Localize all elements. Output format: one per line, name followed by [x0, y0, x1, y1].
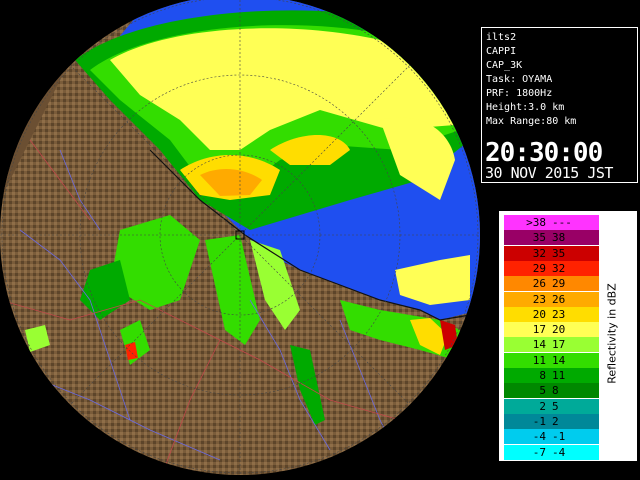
legend-row: -4 -1 — [504, 429, 599, 445]
legend-row: >38 --- — [504, 215, 599, 230]
reflectivity-legend: >38 --- 35 38 32 35 29 32 26 29 23 26 20 23 17 20 14 17 11… — [499, 211, 637, 461]
legend-row-high: -1 — [552, 430, 566, 444]
legend-row-high: 23 — [552, 307, 566, 321]
legend-row-low: >38 — [526, 216, 546, 229]
legend-row-low: 5 — [539, 384, 546, 398]
legend-row-low: 35 — [532, 231, 546, 245]
legend-row: 17 20 — [504, 322, 599, 338]
legend-row-low: 32 — [532, 246, 546, 260]
legend-row-low: 20 — [532, 307, 546, 321]
legend-row-high: 17 — [552, 338, 566, 352]
legend-row-high: 29 — [552, 277, 566, 291]
legend-row-high: 5 — [552, 399, 559, 413]
legend-row-high: 8 — [552, 384, 559, 398]
legend-row: 32 35 — [504, 245, 599, 261]
legend-row-low: -4 — [532, 430, 546, 444]
info-panel: ilts2 CAPPI CAP_3K Task: OYAMA PRF: 1800… — [481, 27, 638, 183]
legend-row: 23 26 — [504, 291, 599, 307]
legend-row: 35 38 — [504, 230, 599, 246]
height-label: Height:3.0 km — [486, 102, 565, 113]
legend-row-high: 38 — [552, 231, 566, 245]
legend-row-high: 32 — [552, 261, 566, 275]
legend-unit-label: Reflectivity in dBZ — [605, 283, 619, 384]
legend-row-low: 17 — [532, 323, 546, 337]
legend-row: 25 — [504, 398, 599, 414]
product-label: CAPPI — [486, 46, 517, 57]
legend-row-high: 35 — [552, 246, 566, 260]
legend-row-low: 11 — [532, 353, 546, 367]
legend-row-low: 23 — [532, 292, 546, 306]
legend-row-high: 26 — [552, 292, 566, 306]
legend-row-high: 14 — [552, 353, 566, 367]
legend-row-low: 14 — [532, 338, 546, 352]
legend-row-low: 26 — [532, 277, 546, 291]
legend-row-high: 20 — [552, 323, 566, 337]
date-display: 30 NOV 2015 JST — [485, 164, 613, 182]
max-range-label: Max Range:80 km — [486, 116, 577, 127]
legend-row: 14 17 — [504, 337, 599, 353]
legend-row-low: -7 — [532, 445, 546, 459]
legend-row: -1 2 — [504, 413, 599, 429]
legend-row-low: 2 — [539, 399, 546, 413]
legend-row-high: --- — [552, 216, 572, 229]
legend-row: 11 14 — [504, 352, 599, 368]
legend-row: -7 -4 — [504, 444, 599, 460]
legend-row: 58 — [504, 383, 599, 399]
legend-row: 8 11 — [504, 368, 599, 383]
legend-row-low: 29 — [532, 261, 546, 275]
task-label: Task: OYAMA — [486, 74, 553, 85]
product-code-label: CAP_3K — [486, 60, 523, 71]
legend-row-high: 11 — [552, 369, 566, 382]
legend-row: 29 32 — [504, 260, 599, 276]
legend-unit: Reflectivity in dBZ — [600, 267, 620, 407]
legend-row-high: 2 — [552, 414, 559, 428]
legend-row-high: -4 — [552, 445, 566, 459]
legend-row-low: -1 — [532, 414, 546, 428]
legend-row: 20 23 — [504, 306, 599, 322]
prf-label: PRF: 1800Hz — [486, 88, 553, 99]
radar-map — [0, 0, 480, 480]
legend-row: 26 29 — [504, 276, 599, 292]
radar-display: ilts2 CAPPI CAP_3K Task: OYAMA PRF: 1800… — [0, 0, 640, 480]
legend-row-low: 8 — [539, 369, 546, 382]
site-label: ilts2 — [486, 32, 517, 43]
